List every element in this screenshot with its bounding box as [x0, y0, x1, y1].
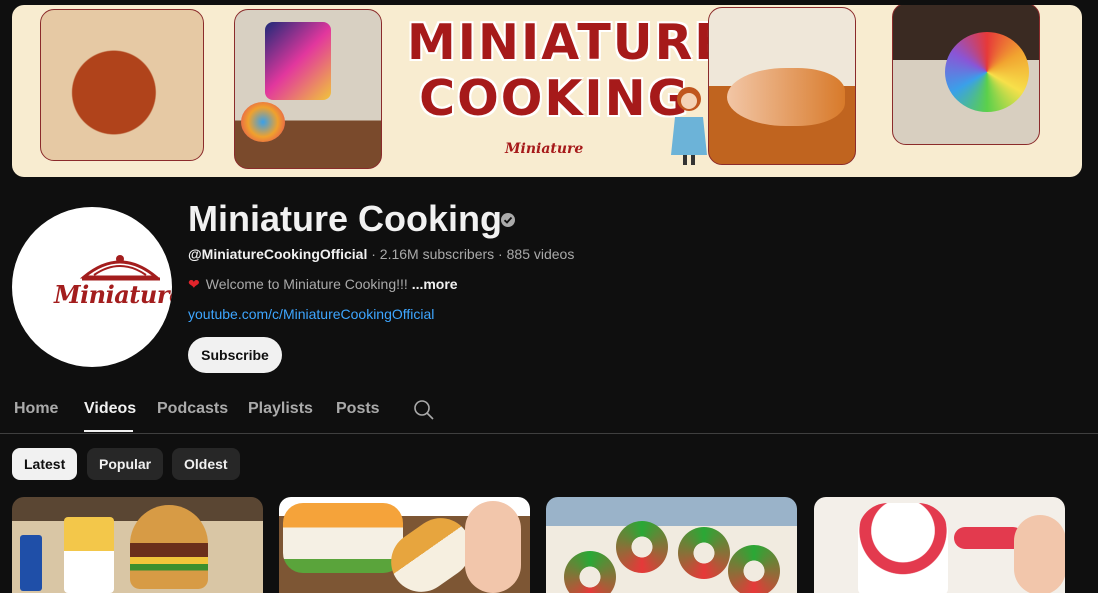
banner-title-line1: MINIATURE [407, 14, 730, 71]
banner-roast-duck-image [40, 9, 204, 161]
meta-separator: · [367, 246, 380, 262]
filter-popular[interactable]: Popular [87, 448, 164, 480]
description-text: Welcome to Miniature Cooking!!! [205, 276, 408, 292]
banner-logo-text: Miniature [505, 141, 584, 157]
tab-podcasts[interactable]: Podcasts [157, 400, 228, 418]
banner-girl-illustration [671, 87, 707, 165]
banner-fish-image [708, 7, 856, 165]
video-thumbnail[interactable] [814, 497, 1065, 593]
channel-name: Miniature Cooking [188, 198, 502, 239]
tab-posts[interactable]: Posts [336, 400, 380, 418]
avatar-logo-text: Miniature [54, 280, 172, 309]
watermelon-donut [616, 521, 668, 573]
banner-title: MINIATURE COOKING [407, 14, 730, 127]
search-icon[interactable] [413, 399, 435, 421]
spring-roll [283, 503, 403, 573]
tab-home[interactable]: Home [14, 400, 58, 418]
tab-videos[interactable]: Videos [84, 400, 136, 418]
more-link[interactable]: ...more [412, 276, 458, 292]
banner-rainbow-image [892, 5, 1040, 145]
candy-bag [265, 22, 331, 100]
filter-oldest[interactable]: Oldest [172, 448, 240, 480]
video-thumbnail[interactable] [12, 497, 263, 593]
heart-icon: ❤ [188, 276, 200, 292]
banner-title-line2: COOKING [419, 70, 690, 127]
fries [64, 517, 114, 593]
video-count: 885 videos [506, 246, 575, 262]
channel-meta: @MiniatureCookingOfficial · 2.16M subscr… [188, 245, 574, 263]
active-tab-indicator [84, 430, 133, 432]
channel-banner: MINIATURE COOKING Miniature [12, 5, 1082, 177]
finger [1014, 515, 1065, 593]
banner-candy-image [234, 9, 382, 169]
channel-link[interactable]: youtube.com/c/MiniatureCookingOfficial [188, 305, 434, 323]
subscribe-button[interactable]: Subscribe [188, 337, 282, 373]
soda-can [20, 535, 42, 591]
burger [130, 505, 208, 589]
tab-playlists[interactable]: Playlists [248, 400, 313, 418]
video-thumbnail[interactable] [546, 497, 797, 593]
video-thumbnail[interactable] [279, 497, 530, 593]
filter-latest[interactable]: Latest [12, 448, 78, 480]
verified-badge-icon [501, 213, 515, 227]
finger [465, 501, 521, 593]
candy-ball [241, 102, 285, 142]
subscriber-count: 2.16M subscribers [379, 246, 495, 262]
watermelon-donut [564, 551, 616, 593]
channel-handle: @MiniatureCookingOfficial [188, 246, 368, 262]
channel-avatar[interactable]: Miniature [12, 207, 172, 367]
fish [727, 68, 845, 126]
channel-tabs: Home Videos Podcasts Playlists Posts [0, 386, 1098, 434]
meta-separator: · [494, 246, 507, 262]
banner-logo: Miniature [505, 141, 583, 157]
channel-description[interactable]: ❤ Welcome to Miniature Cooking!!! ...more [188, 275, 458, 293]
watermelon-donut [728, 545, 780, 593]
rainbow-dessert [945, 32, 1029, 112]
dessert-cup [858, 503, 948, 593]
watermelon-donut [678, 527, 730, 579]
